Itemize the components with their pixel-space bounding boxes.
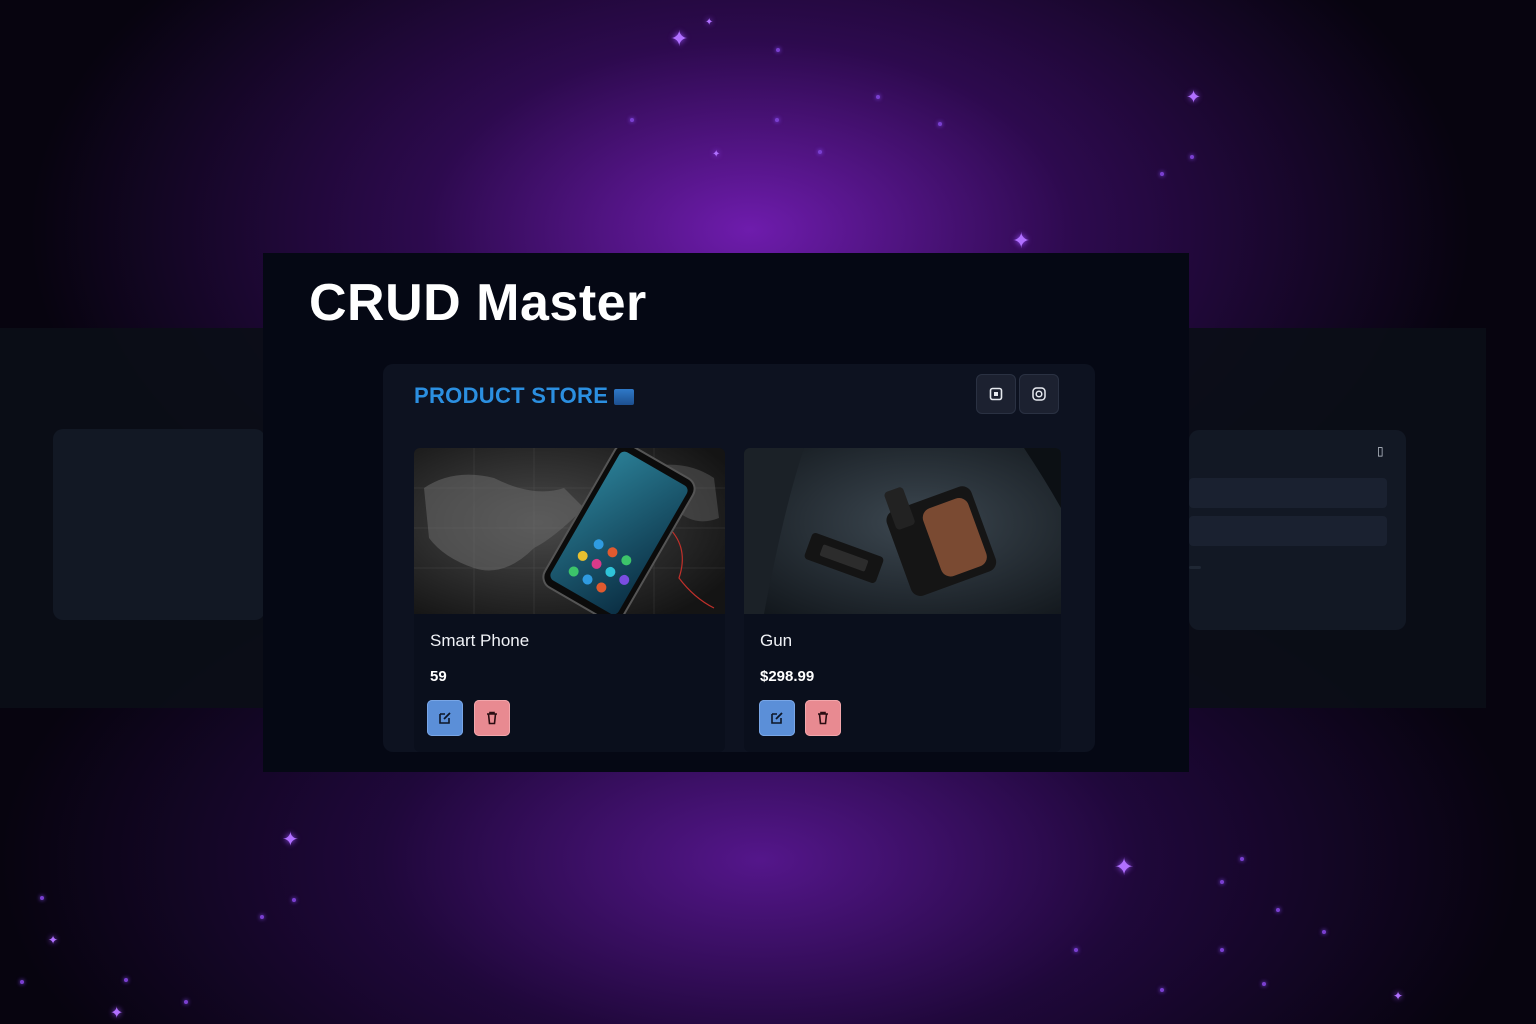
star-dot	[630, 118, 634, 122]
star-dot	[1160, 172, 1164, 176]
product-image	[744, 448, 1061, 614]
delete-button[interactable]	[474, 700, 510, 736]
sparkle-icon: ✦	[670, 26, 689, 51]
star-dot	[938, 122, 942, 126]
store-icon	[614, 389, 635, 405]
holster-image	[744, 448, 1061, 614]
add-square-icon	[989, 387, 1003, 401]
star-dot	[1262, 982, 1266, 986]
product-price: $298.99	[760, 668, 815, 685]
app-title: CRUD Master	[309, 274, 647, 332]
theme-toggle-button[interactable]	[1019, 374, 1059, 414]
sparkle-icon: ✦	[282, 829, 299, 851]
product-card: Smart Phone 59	[414, 448, 725, 752]
sparkle-icon: ✦	[705, 17, 714, 28]
store-brand[interactable]: PRODUCT STORE	[414, 383, 635, 409]
sparkle-icon: ✦	[48, 933, 59, 947]
delete-button[interactable]	[805, 700, 841, 736]
edit-icon	[771, 712, 783, 724]
sparkle-icon: ✦	[1393, 989, 1404, 1003]
trash-icon: ▯	[1377, 444, 1384, 458]
sparkle-icon: ✦	[1012, 228, 1031, 253]
background-form-right: ▯	[1189, 430, 1406, 630]
sparkle-icon: ✦	[1114, 854, 1135, 881]
star-dot	[20, 980, 24, 984]
star-dot	[818, 150, 822, 154]
product-store-panel: PRODUCT STORE Smart Phone 59 Gun $298.99	[383, 364, 1095, 752]
product-name: Smart Phone	[430, 631, 530, 650]
product-card: Gun $298.99	[744, 448, 1061, 752]
product-name: Gun	[760, 631, 793, 650]
app-window: CRUD Master PRODUCT STORE Smart Phone 59…	[263, 253, 1189, 772]
theme-toggle-icon	[1032, 387, 1046, 401]
edit-icon	[439, 712, 451, 724]
star-dot	[876, 95, 880, 99]
star-dot	[1220, 880, 1224, 884]
star-dot	[1190, 155, 1194, 159]
smartphone-image	[414, 448, 725, 614]
star-dot	[260, 915, 264, 919]
star-dot	[1220, 948, 1224, 952]
star-dot	[124, 978, 128, 982]
product-image	[414, 448, 725, 614]
edit-button[interactable]	[427, 700, 463, 736]
star-dot	[1160, 988, 1164, 992]
star-dot	[184, 1000, 188, 1004]
edit-button[interactable]	[759, 700, 795, 736]
sparkle-icon: ✦	[712, 149, 721, 160]
star-dot	[1074, 948, 1078, 952]
brand-label: PRODUCT STORE	[414, 383, 609, 408]
background-card-left	[53, 429, 265, 620]
star-dot	[1322, 930, 1326, 934]
star-dot	[775, 118, 779, 122]
star-dot	[292, 898, 296, 902]
trash-icon	[818, 711, 828, 725]
star-dot	[1240, 857, 1244, 861]
sparkle-icon: ✦	[1186, 87, 1202, 107]
star-dot	[776, 48, 780, 52]
star-dot	[40, 896, 44, 900]
sparkle-icon: ✦	[110, 1005, 124, 1022]
add-product-button[interactable]	[976, 374, 1016, 414]
product-price: 59	[430, 668, 447, 685]
trash-icon	[487, 711, 497, 725]
star-dot	[1276, 908, 1280, 912]
